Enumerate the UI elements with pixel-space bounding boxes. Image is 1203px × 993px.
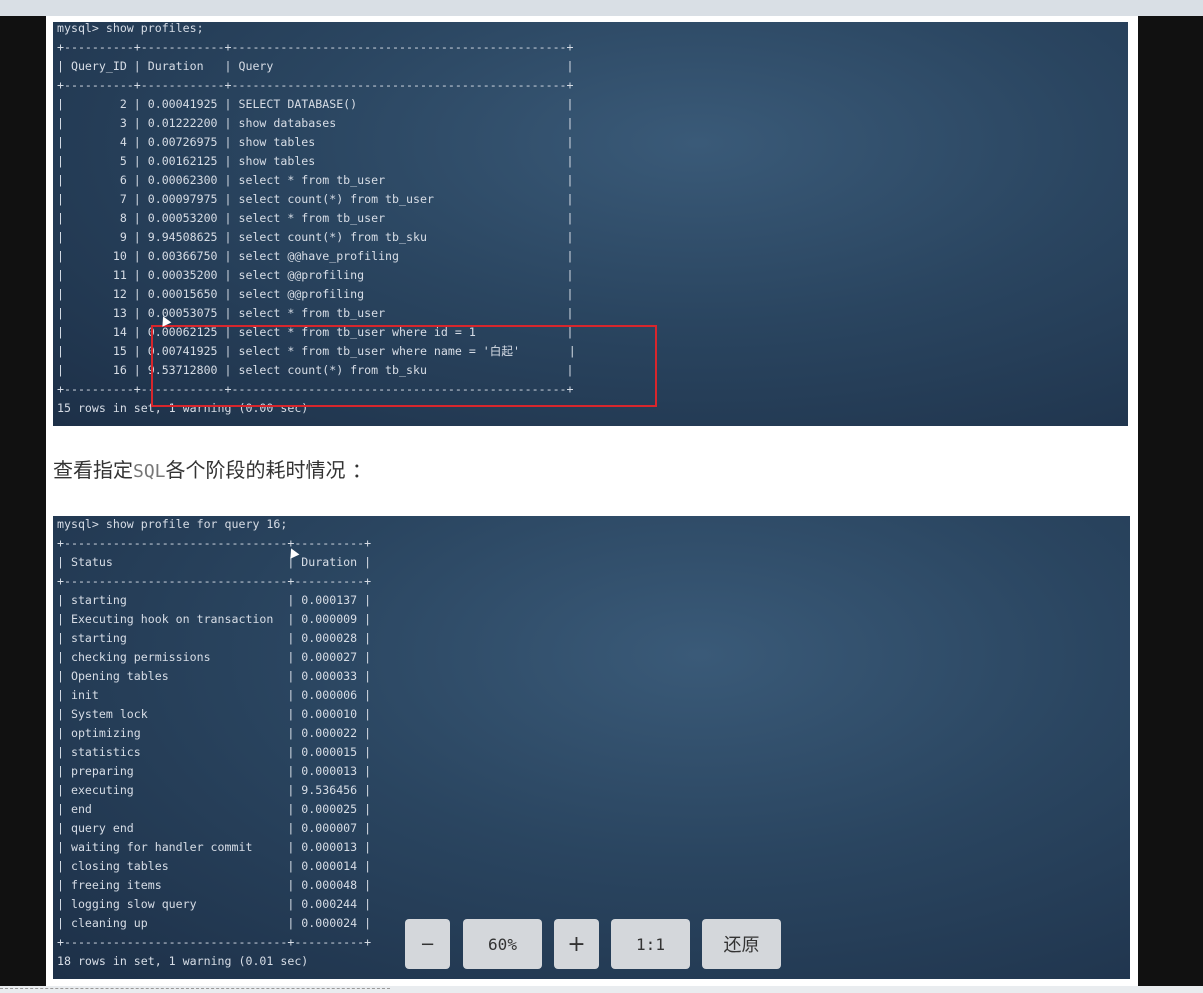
terminal-line: | end | 0.000025 | <box>57 802 372 816</box>
terminal-line: | Status | Duration | <box>57 555 372 569</box>
terminal-line: +--------------------------------+------… <box>57 935 372 949</box>
terminal-line: | 4 | 0.00726975 | show tables | <box>57 135 574 149</box>
terminal-line: | 13 | 0.00053075 | select * from tb_use… <box>57 306 574 320</box>
terminal-line: +----------+------------+---------------… <box>57 78 574 92</box>
terminal-line: | starting | 0.000137 | <box>57 593 372 607</box>
terminal-line: | Query_ID | Duration | Query | <box>57 59 574 73</box>
terminal-line: | init | 0.000006 | <box>57 688 372 702</box>
heading-code: SQL <box>133 461 166 482</box>
zoom-in-button[interactable]: + <box>554 919 599 969</box>
heading-prefix: 查看指定 <box>53 458 133 482</box>
restore-button[interactable]: 还原 <box>702 919 781 969</box>
document-page: mysql> show profiles; +----------+-------… <box>46 16 1138 986</box>
terminal-line: | 9 | 9.94508625 | select count(*) from … <box>57 230 574 244</box>
actual-size-button[interactable]: 1:1 <box>611 919 690 969</box>
terminal-line: | Opening tables | 0.000033 | <box>57 669 372 683</box>
terminal-line: | waiting for handler commit | 0.000013 … <box>57 840 372 854</box>
section-heading: 查看指定SQL各个阶段的耗时情况 ： <box>53 454 372 483</box>
terminal-line: | query end | 0.000007 | <box>57 821 372 835</box>
terminal-line: 18 rows in set, 1 warning (0.01 sec) <box>57 954 309 968</box>
terminal-line: | Executing hook on transaction | 0.0000… <box>57 612 372 626</box>
viewer-bottom-bar <box>0 986 1203 993</box>
terminal-line: | 7 | 0.00097975 | select count(*) from … <box>57 192 574 206</box>
zoom-out-button[interactable]: − <box>405 919 450 969</box>
terminal-line: | statistics | 0.000015 | <box>57 745 372 759</box>
terminal-line: | 5 | 0.00162125 | show tables | <box>57 154 574 168</box>
terminal-line: | checking permissions | 0.000027 | <box>57 650 372 664</box>
terminal-line: | preparing | 0.000013 | <box>57 764 372 778</box>
terminal-line: | freeing items | 0.000048 | <box>57 878 372 892</box>
terminal-line: | 10 | 0.00366750 | select @@have_profil… <box>57 249 574 263</box>
terminal-line: +--------------------------------+------… <box>57 536 372 550</box>
terminal-line: | 2 | 0.00041925 | SELECT DATABASE() | <box>57 97 574 111</box>
terminal-line: | executing | 9.536456 | <box>57 783 372 797</box>
terminal-line: | optimizing | 0.000022 | <box>57 726 372 740</box>
terminal-line: | cleaning up | 0.000024 | <box>57 916 372 930</box>
terminal-line: | 6 | 0.00062300 | select * from tb_user… <box>57 173 574 187</box>
terminal-line: mysql> show profiles; <box>57 22 204 35</box>
terminal-line: | 11 | 0.00035200 | select @@profiling | <box>57 268 574 282</box>
terminal-line: | closing tables | 0.000014 | <box>57 859 372 873</box>
terminal-line: | 12 | 0.00015650 | select @@profiling | <box>57 287 574 301</box>
terminal-line: | 8 | 0.00053200 | select * from tb_user… <box>57 211 574 225</box>
terminal-line: | 3 | 0.01222200 | show databases | <box>57 116 574 130</box>
terminal-line: | logging slow query | 0.000244 | <box>57 897 372 911</box>
terminal-line: | System lock | 0.000010 | <box>57 707 372 721</box>
heading-suffix: 各个阶段的耗时情况 ： <box>165 458 372 482</box>
highlight-box <box>151 325 657 407</box>
zoom-level-display[interactable]: 60% <box>463 919 542 969</box>
terminal-line: +--------------------------------+------… <box>57 574 372 588</box>
terminal-screenshot-profile-query: mysql> show profile for query 16; +------… <box>53 516 1130 979</box>
terminal-line: mysql> show profile for query 16; <box>57 517 288 531</box>
terminal-line: | starting | 0.000028 | <box>57 631 372 645</box>
terminal-line: +----------+------------+---------------… <box>57 40 574 54</box>
viewer-top-bar <box>0 0 1203 16</box>
